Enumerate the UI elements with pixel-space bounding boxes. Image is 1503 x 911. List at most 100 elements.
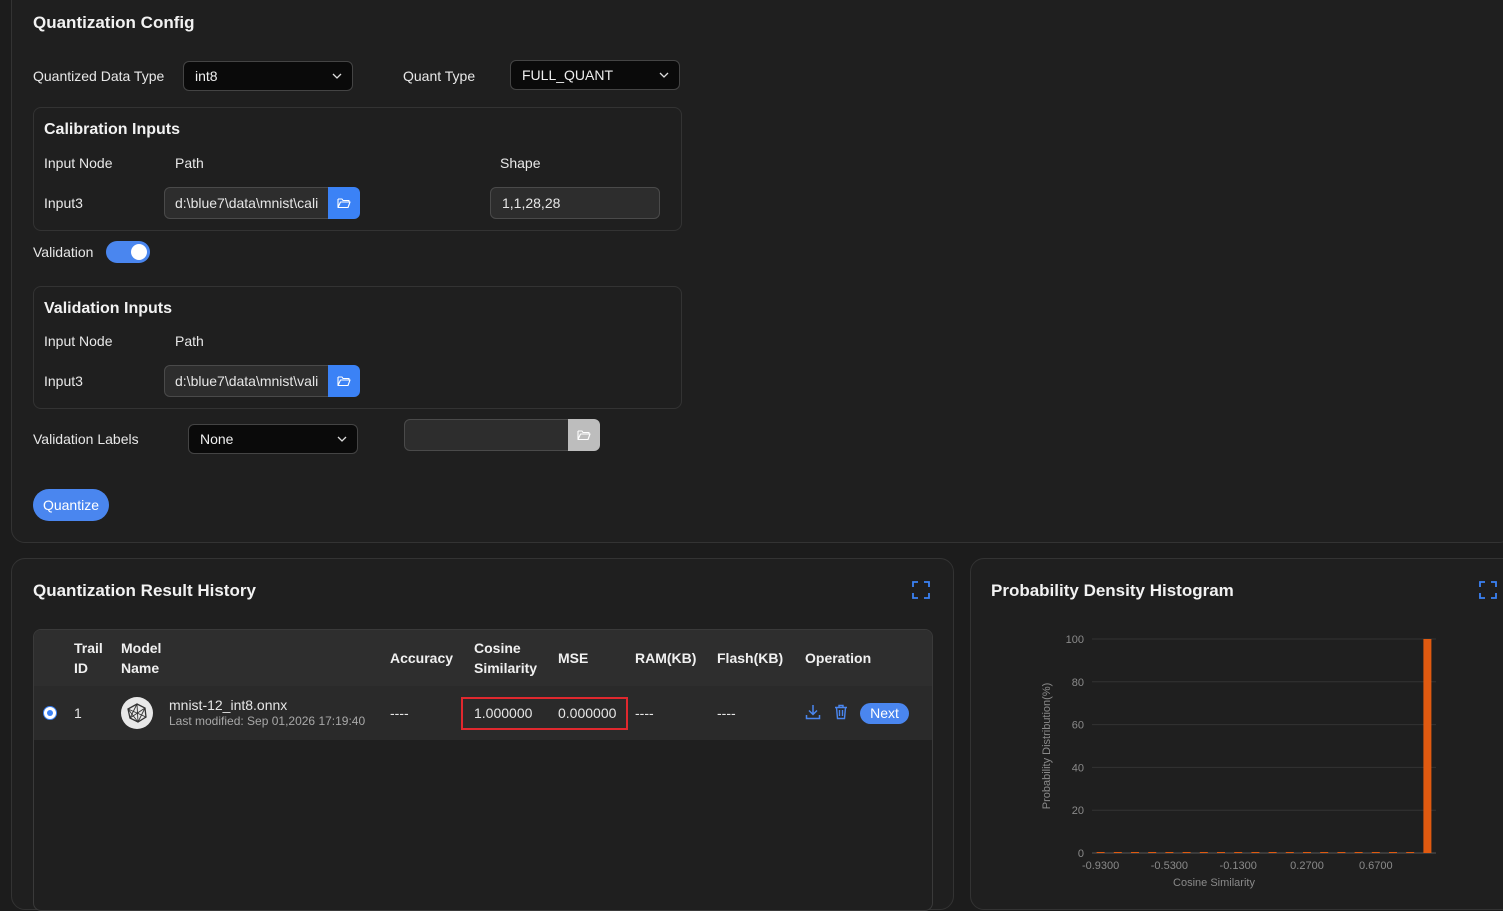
histogram-bar <box>1234 852 1243 853</box>
histogram-bar <box>1389 852 1397 853</box>
calibration-inputs-title: Calibration Inputs <box>44 121 180 138</box>
quantized-data-type-value: int8 <box>195 68 218 84</box>
th-operation: Operation <box>805 650 872 666</box>
y-tick-label: 40 <box>1072 762 1084 774</box>
download-icon[interactable] <box>805 704 821 720</box>
th-model: Model <box>121 640 162 656</box>
histogram-chart: 0 20 40 60 80 100 -0.9300 -0.5300 -0.1300 0.2700 0… <box>1041 634 1436 889</box>
quantized-data-type-label: Quantized Data Type <box>33 68 165 84</box>
validation-labels-value: None <box>200 431 234 447</box>
toggle-knob <box>131 244 147 260</box>
histogram-bar <box>1217 852 1225 853</box>
quantize-button[interactable]: Quantize <box>33 489 109 521</box>
row-model-name: mnist-12_int8.onnx <box>169 697 288 713</box>
fullscreen-icon[interactable] <box>912 581 930 599</box>
x-tick-label: 0.2700 <box>1290 860 1324 872</box>
x-tick-label: -0.5300 <box>1151 860 1188 872</box>
histogram-bar <box>1113 852 1122 853</box>
table-row[interactable]: 1 mnist-12_int8.onnx Last modified: Sep … <box>34 686 932 740</box>
row-mse: 0.000000 <box>558 705 617 721</box>
calibration-shape-input[interactable]: 1,1,28,28 <box>490 187 660 219</box>
calibration-path-input[interactable]: d:\blue7\data\mnist\cali <box>164 187 329 219</box>
histogram-bar <box>1303 852 1311 853</box>
histogram-bar <box>1423 639 1432 853</box>
histogram-bar <box>1165 852 1174 853</box>
x-axis-label: Cosine Similarity <box>1173 877 1255 889</box>
chevron-down-icon <box>337 436 347 442</box>
histogram-bar <box>1406 852 1415 853</box>
validation-label: Validation <box>33 244 94 260</box>
model-graph-icon <box>127 703 147 723</box>
validation-labels-label: Validation Labels <box>33 431 139 447</box>
radio-dot <box>47 710 53 716</box>
x-tick-label: -0.9300 <box>1082 860 1119 872</box>
delete-icon[interactable] <box>833 704 849 720</box>
th-trail: Trail <box>74 640 103 656</box>
th-id: ID <box>74 660 88 676</box>
result-history-table: Trail ID Model Name Accuracy Cosine Similar… <box>33 629 933 911</box>
validation-labels-browse-button[interactable] <box>568 419 600 451</box>
y-tick-label: 0 <box>1078 848 1084 860</box>
th-mse: MSE <box>558 650 589 666</box>
validation-col-path: Path <box>175 333 204 349</box>
y-axis-label: Probability Distribution(%) <box>1041 683 1053 810</box>
histogram-bar <box>1148 852 1157 853</box>
validation-inputs-title: Validation Inputs <box>44 300 173 317</box>
histogram-title: Probability Density Histogram <box>991 581 1234 600</box>
calibration-row-node: Input3 <box>44 195 83 211</box>
table-header: Trail ID Model Name Accuracy Cosine Similar… <box>34 630 932 686</box>
histogram-bar <box>1182 852 1191 853</box>
histogram-bar <box>1320 852 1329 853</box>
th-similarity: Similarity <box>474 660 538 676</box>
next-button[interactable]: Next <box>860 703 909 724</box>
calibration-col-shape: Shape <box>500 155 541 171</box>
validation-browse-button[interactable] <box>328 365 360 397</box>
histogram-bar <box>1199 852 1208 853</box>
validation-row-node: Input3 <box>44 373 83 389</box>
quant-type-label: Quant Type <box>403 68 476 84</box>
th-ram: RAM(KB) <box>635 650 697 666</box>
th-trail-id: Trail ID <box>74 638 103 678</box>
calibration-col-input-node: Input Node <box>44 155 113 171</box>
th-name: Name <box>121 660 160 676</box>
quantized-data-type-select[interactable]: int8 <box>183 61 353 91</box>
validation-col-input-node: Input Node <box>44 333 113 349</box>
th-cosine-similarity: Cosine Similarity <box>474 638 537 678</box>
x-tick-label: 0.6700 <box>1359 860 1393 872</box>
folder-open-icon <box>577 430 591 441</box>
row-id: 1 <box>74 705 82 721</box>
config-title: Quantization Config <box>33 13 195 32</box>
x-tick-label: -0.1300 <box>1220 860 1257 872</box>
row-select-radio[interactable] <box>43 706 57 720</box>
validation-toggle[interactable] <box>106 241 150 263</box>
y-tick-label: 60 <box>1072 720 1084 732</box>
row-ram: ---- <box>635 705 654 721</box>
calibration-browse-button[interactable] <box>328 187 360 219</box>
result-history-title: Quantization Result History <box>33 581 256 600</box>
chevron-down-icon <box>332 73 342 79</box>
calibration-col-path: Path <box>175 155 204 171</box>
histogram-bar <box>1354 852 1363 853</box>
validation-path-input[interactable]: d:\blue7\data\mnist\vali <box>164 365 329 397</box>
th-flash: Flash(KB) <box>717 650 784 666</box>
validation-labels-path-input[interactable] <box>404 419 569 451</box>
histogram-bar <box>1096 852 1105 853</box>
th-accuracy: Accuracy <box>390 650 454 666</box>
quant-type-select[interactable]: FULL_QUANT <box>510 60 680 90</box>
fullscreen-icon[interactable] <box>1479 581 1497 599</box>
histogram-bar <box>1337 852 1346 853</box>
histogram-bar <box>1251 852 1260 853</box>
y-tick-label: 20 <box>1072 805 1084 817</box>
folder-open-icon <box>337 198 351 209</box>
y-tick-label: 100 <box>1066 634 1084 646</box>
chevron-down-icon <box>659 72 669 78</box>
histogram-bar <box>1268 852 1277 853</box>
model-avatar <box>121 697 153 729</box>
th-cosine: Cosine <box>474 640 521 656</box>
th-model-name: Model Name <box>121 638 161 678</box>
row-cosine: 1.000000 <box>474 705 533 721</box>
validation-labels-select[interactable]: None <box>188 424 358 454</box>
quant-type-value: FULL_QUANT <box>522 67 614 83</box>
folder-open-icon <box>337 376 351 387</box>
row-accuracy: ---- <box>390 705 409 721</box>
